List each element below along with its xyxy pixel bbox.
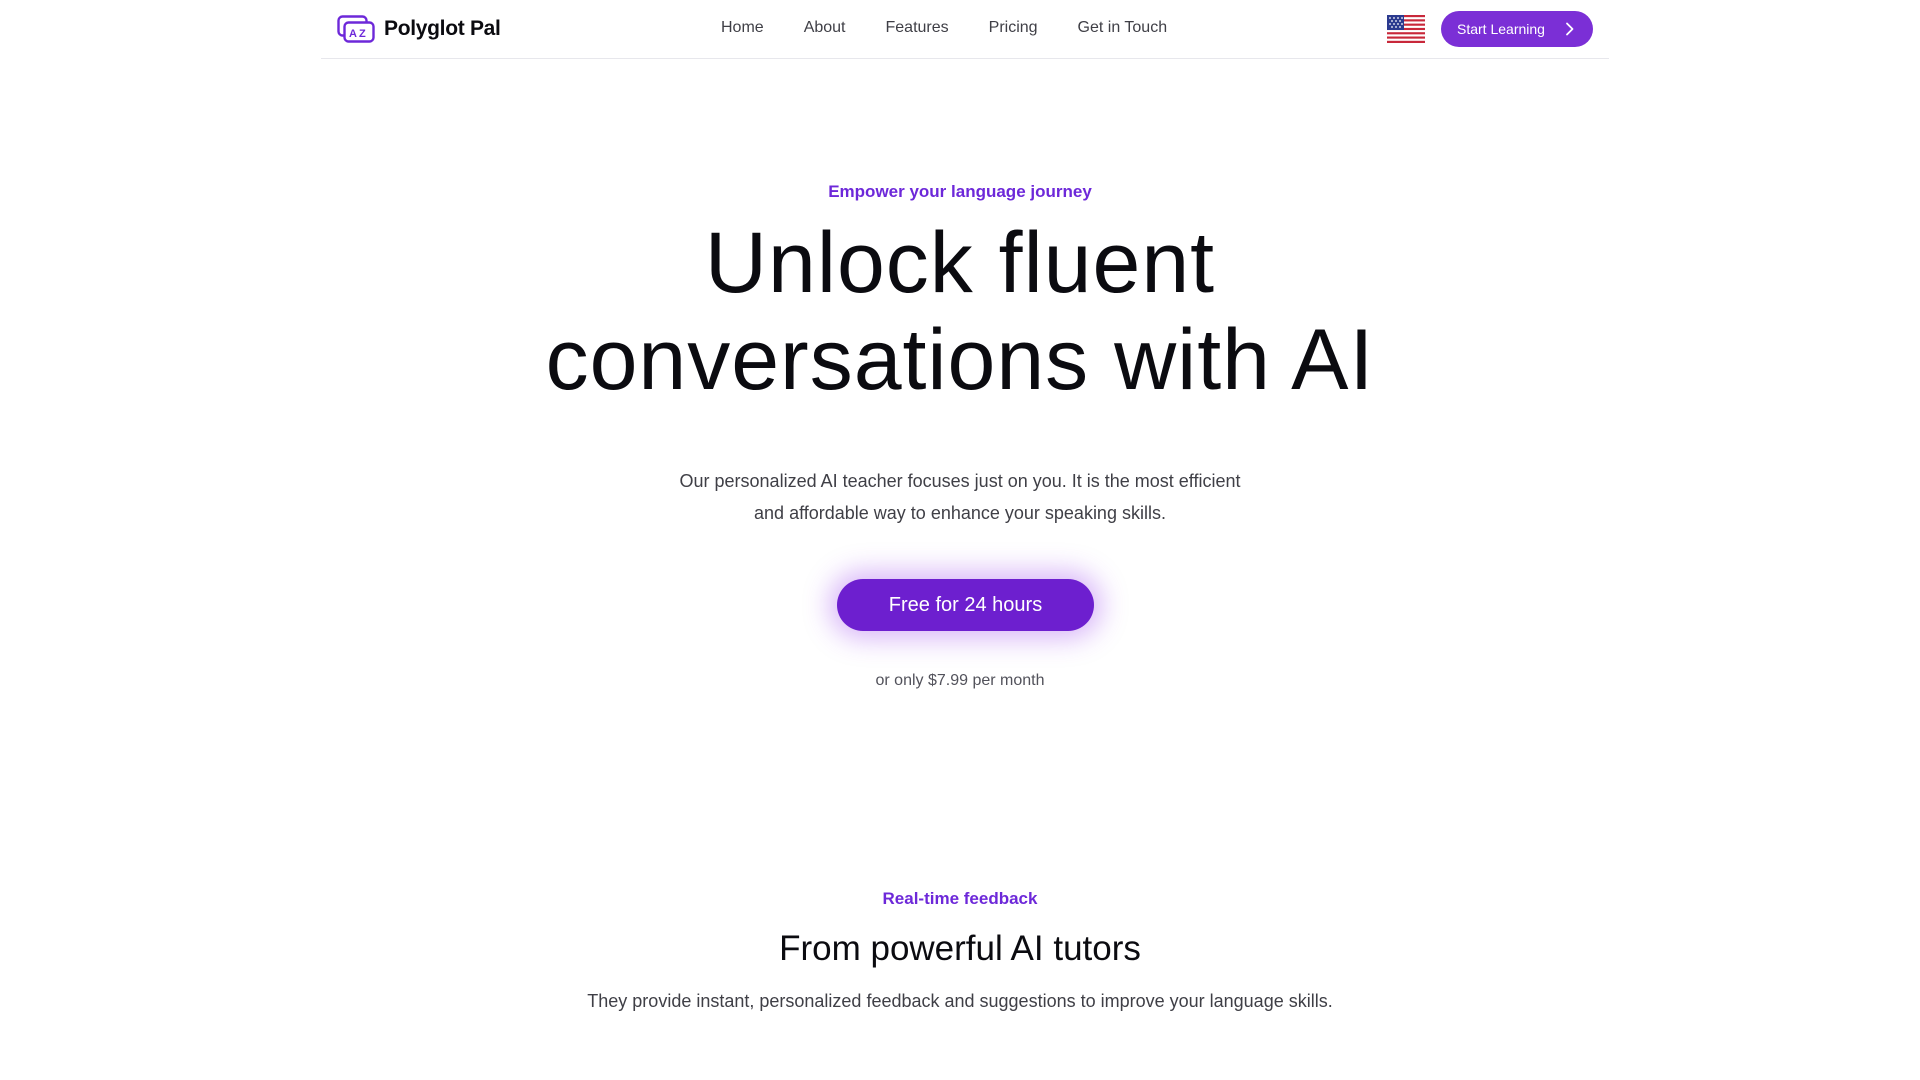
nav-link-home[interactable]: Home [721,19,764,37]
hero-eyebrow: Empower your language journey [828,182,1092,201]
features-title: From powerful AI tutors [779,929,1141,968]
nav-links: Home About Features Pricing Get in Touch [721,0,1207,56]
nav-link-features[interactable]: Features [886,19,949,37]
top-navigation-bar: A Z Polyglot Pal Home About Features Pri… [321,0,1609,59]
hero-title-line-1: Unlock fluent [704,215,1216,311]
hero-subtitle-line-2: and affordable way to enhance your speak… [754,503,1166,523]
free-trial-button[interactable]: Free for 24 hours [837,579,1094,631]
az-translate-icon: A Z [337,15,375,43]
hero-title-line-2: conversations with AI [545,312,1375,408]
svg-text:A: A [349,28,357,40]
features-eyebrow: Real-time feedback [882,889,1038,908]
chevron-right-icon [1566,22,1574,36]
hero-subtitle-line-1: Our personalized AI teacher focuses just… [679,471,1241,491]
hero-title: Unlock fluent conversations with AI [0,215,1920,409]
start-learning-button[interactable]: Start Learning [1441,11,1593,47]
price-note: or only $7.99 per month [875,672,1045,689]
us-flag-icon[interactable] [1387,15,1425,43]
svg-text:Z: Z [359,28,366,40]
nav-link-about[interactable]: About [804,19,846,37]
start-learning-label: Start Learning [1457,21,1545,37]
brand-logo-link[interactable]: A Z Polyglot Pal [337,15,501,43]
hero-subtitle: Our personalized AI teacher focuses just… [660,465,1260,529]
nav-link-pricing[interactable]: Pricing [989,19,1038,37]
nav-link-get-in-touch[interactable]: Get in Touch [1078,19,1168,37]
brand-name: Polyglot Pal [384,17,501,40]
features-subtitle: They provide instant, personalized feedb… [587,991,1333,1011]
